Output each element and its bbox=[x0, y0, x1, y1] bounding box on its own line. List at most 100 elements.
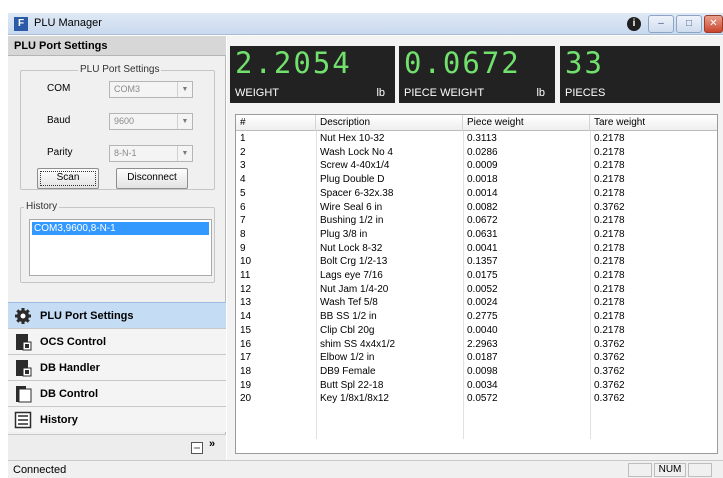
table-row[interactable]: 5 Spacer 6-32x.38 0.0014 0.2178 bbox=[236, 187, 717, 201]
scan-button[interactable]: Scan bbox=[37, 168, 99, 189]
cell-tare-weight: 0.2178 bbox=[594, 174, 625, 186]
connection-status: Connected bbox=[13, 464, 67, 476]
help-button[interactable]: i bbox=[627, 17, 641, 31]
maximize-button[interactable]: □ bbox=[676, 15, 702, 33]
cell-number: 6 bbox=[240, 201, 246, 213]
cell-number: 16 bbox=[240, 338, 252, 350]
nav-plu-port-settings[interactable]: PLU Port Settings bbox=[8, 302, 226, 328]
configure-buttons-icon[interactable] bbox=[191, 442, 203, 454]
status-cell bbox=[628, 463, 652, 477]
column-header-piece-weight[interactable]: Piece weight bbox=[463, 115, 590, 131]
status-bar: Connected NUM bbox=[8, 460, 723, 478]
parity-label: Parity bbox=[47, 147, 73, 158]
table-row[interactable]: 18 DB9 Female 0.0098 0.3762 bbox=[236, 365, 717, 379]
cell-tare-weight: 0.3762 bbox=[594, 393, 625, 405]
cell-piece-weight: 0.0041 bbox=[467, 242, 498, 254]
cell-description: Elbow 1/2 in bbox=[320, 352, 375, 364]
history-list-item[interactable]: COM3,9600,8-N-1 bbox=[32, 222, 209, 235]
table-row[interactable]: 19 Butt Spl 22-18 0.0034 0.3762 bbox=[236, 379, 717, 393]
cell-number: 7 bbox=[240, 215, 246, 227]
table-row[interactable]: 9 Nut Lock 8-32 0.0041 0.2178 bbox=[236, 242, 717, 256]
baud-select[interactable]: 9600 ▼ bbox=[109, 113, 193, 130]
close-button[interactable]: ✕ bbox=[704, 15, 723, 33]
table-row[interactable]: 13 Wash Tef 5/8 0.0024 0.2178 bbox=[236, 296, 717, 310]
cell-description: DB9 Female bbox=[320, 365, 376, 377]
parity-select[interactable]: 8-N-1 ▼ bbox=[109, 145, 193, 162]
cell-tare-weight: 0.2178 bbox=[594, 160, 625, 172]
cell-number: 4 bbox=[240, 174, 246, 186]
nav-db-control[interactable]: DB Control bbox=[8, 380, 226, 406]
cell-tare-weight: 0.2178 bbox=[594, 256, 625, 268]
plu-table[interactable]: # Description Piece weight Tare weight 1… bbox=[235, 114, 718, 454]
nav-label: DB Handler bbox=[40, 362, 100, 374]
cell-number: 20 bbox=[240, 393, 252, 405]
nav-label: History bbox=[40, 414, 78, 426]
chevron-right-icon[interactable]: » bbox=[209, 438, 215, 450]
cell-number: 14 bbox=[240, 311, 252, 323]
cell-description: Screw 4-40x1/4 bbox=[320, 160, 390, 172]
table-row[interactable]: 11 Lags eye 7/16 0.0175 0.2178 bbox=[236, 269, 717, 283]
cell-tare-weight: 0.2178 bbox=[594, 133, 625, 144]
pieces-display: 33 PIECES bbox=[560, 46, 720, 103]
cell-number: 12 bbox=[240, 283, 252, 295]
cell-description: Bolt Crg 1/2-13 bbox=[320, 256, 388, 268]
cell-number: 8 bbox=[240, 228, 246, 240]
cell-piece-weight: 0.0034 bbox=[467, 379, 498, 391]
nav-db-handler[interactable]: DB Handler bbox=[8, 354, 226, 380]
column-header-description[interactable]: Description bbox=[316, 115, 463, 131]
cell-piece-weight: 0.2775 bbox=[467, 311, 498, 323]
table-row[interactable]: 1 Nut Hex 10-32 0.3113 0.2178 bbox=[236, 132, 717, 146]
column-header-number[interactable]: # bbox=[236, 115, 316, 131]
ocs-control-icon bbox=[16, 334, 32, 351]
title-bar: F PLU Manager i – □ ✕ bbox=[8, 13, 723, 35]
cell-description: Wire Seal 6 in bbox=[320, 201, 383, 213]
table-header: # Description Piece weight Tare weight bbox=[236, 115, 717, 131]
table-row[interactable]: 17 Elbow 1/2 in 0.0187 0.3762 bbox=[236, 351, 717, 365]
table-row[interactable]: 8 Plug 3/8 in 0.0631 0.2178 bbox=[236, 228, 717, 242]
cell-piece-weight: 0.0040 bbox=[467, 324, 498, 336]
table-row[interactable]: 20 Key 1/8x1/8x12 0.0572 0.3762 bbox=[236, 392, 717, 406]
table-row[interactable]: 14 BB SS 1/2 in 0.2775 0.2178 bbox=[236, 310, 717, 324]
table-row[interactable]: 16 shim SS 4x4x1/2 2.2963 0.3762 bbox=[236, 338, 717, 352]
nav-ocs-control[interactable]: OCS Control bbox=[8, 328, 226, 354]
cell-piece-weight: 0.0098 bbox=[467, 365, 498, 377]
piece-weight-value: 0.0672 bbox=[404, 46, 521, 80]
cell-tare-weight: 0.2178 bbox=[594, 228, 625, 240]
column-header-tare-weight[interactable]: Tare weight bbox=[590, 115, 717, 131]
nav-label: OCS Control bbox=[40, 336, 106, 348]
nav-label: DB Control bbox=[40, 388, 99, 400]
disconnect-button[interactable]: Disconnect bbox=[116, 168, 188, 189]
chevron-down-icon: ▼ bbox=[177, 114, 192, 129]
cell-description: Nut Hex 10-32 bbox=[320, 133, 385, 144]
table-row[interactable]: 6 Wire Seal 6 in 0.0082 0.3762 bbox=[236, 201, 717, 215]
minimize-button[interactable]: – bbox=[648, 15, 674, 33]
cell-tare-weight: 0.2178 bbox=[594, 146, 625, 158]
table-row[interactable]: 15 Clip Cbl 20g 0.0040 0.2178 bbox=[236, 324, 717, 338]
history-legend: History bbox=[24, 201, 60, 212]
cell-description: shim SS 4x4x1/2 bbox=[320, 338, 396, 350]
main-panel: 2.2054 WEIGHT lb 0.0672 PIECE WEIGHT lb … bbox=[227, 36, 723, 460]
cell-tare-weight: 0.2178 bbox=[594, 324, 625, 336]
table-row[interactable]: 3 Screw 4-40x1/4 0.0009 0.2178 bbox=[236, 159, 717, 173]
cell-tare-weight: 0.2178 bbox=[594, 242, 625, 254]
cell-piece-weight: 0.3113 bbox=[467, 133, 497, 144]
cell-tare-weight: 0.2178 bbox=[594, 283, 625, 295]
nav-history[interactable]: History bbox=[8, 406, 226, 432]
cell-tare-weight: 0.3762 bbox=[594, 338, 625, 350]
cell-number: 18 bbox=[240, 365, 252, 377]
table-row[interactable]: 2 Wash Lock No 4 0.0286 0.2178 bbox=[236, 146, 717, 160]
weight-value: 2.2054 bbox=[235, 46, 352, 80]
chevron-down-icon: ▼ bbox=[177, 82, 192, 97]
cell-description: Clip Cbl 20g bbox=[320, 324, 375, 336]
window-title: PLU Manager bbox=[34, 17, 102, 29]
cell-description: Wash Lock No 4 bbox=[320, 146, 393, 158]
table-row[interactable]: 12 Nut Jam 1/4-20 0.0052 0.2178 bbox=[236, 283, 717, 297]
cell-piece-weight: 0.0018 bbox=[467, 174, 498, 186]
table-row[interactable]: 4 Plug Double D 0.0018 0.2178 bbox=[236, 173, 717, 187]
cell-piece-weight: 0.0672 bbox=[467, 215, 498, 227]
history-list[interactable]: COM3,9600,8-N-1 bbox=[29, 219, 212, 276]
table-row[interactable]: 7 Bushing 1/2 in 0.0672 0.2178 bbox=[236, 214, 717, 228]
cell-piece-weight: 0.1357 bbox=[467, 256, 498, 268]
table-row[interactable]: 10 Bolt Crg 1/2-13 0.1357 0.2178 bbox=[236, 255, 717, 269]
com-select[interactable]: COM3 ▼ bbox=[109, 81, 193, 98]
